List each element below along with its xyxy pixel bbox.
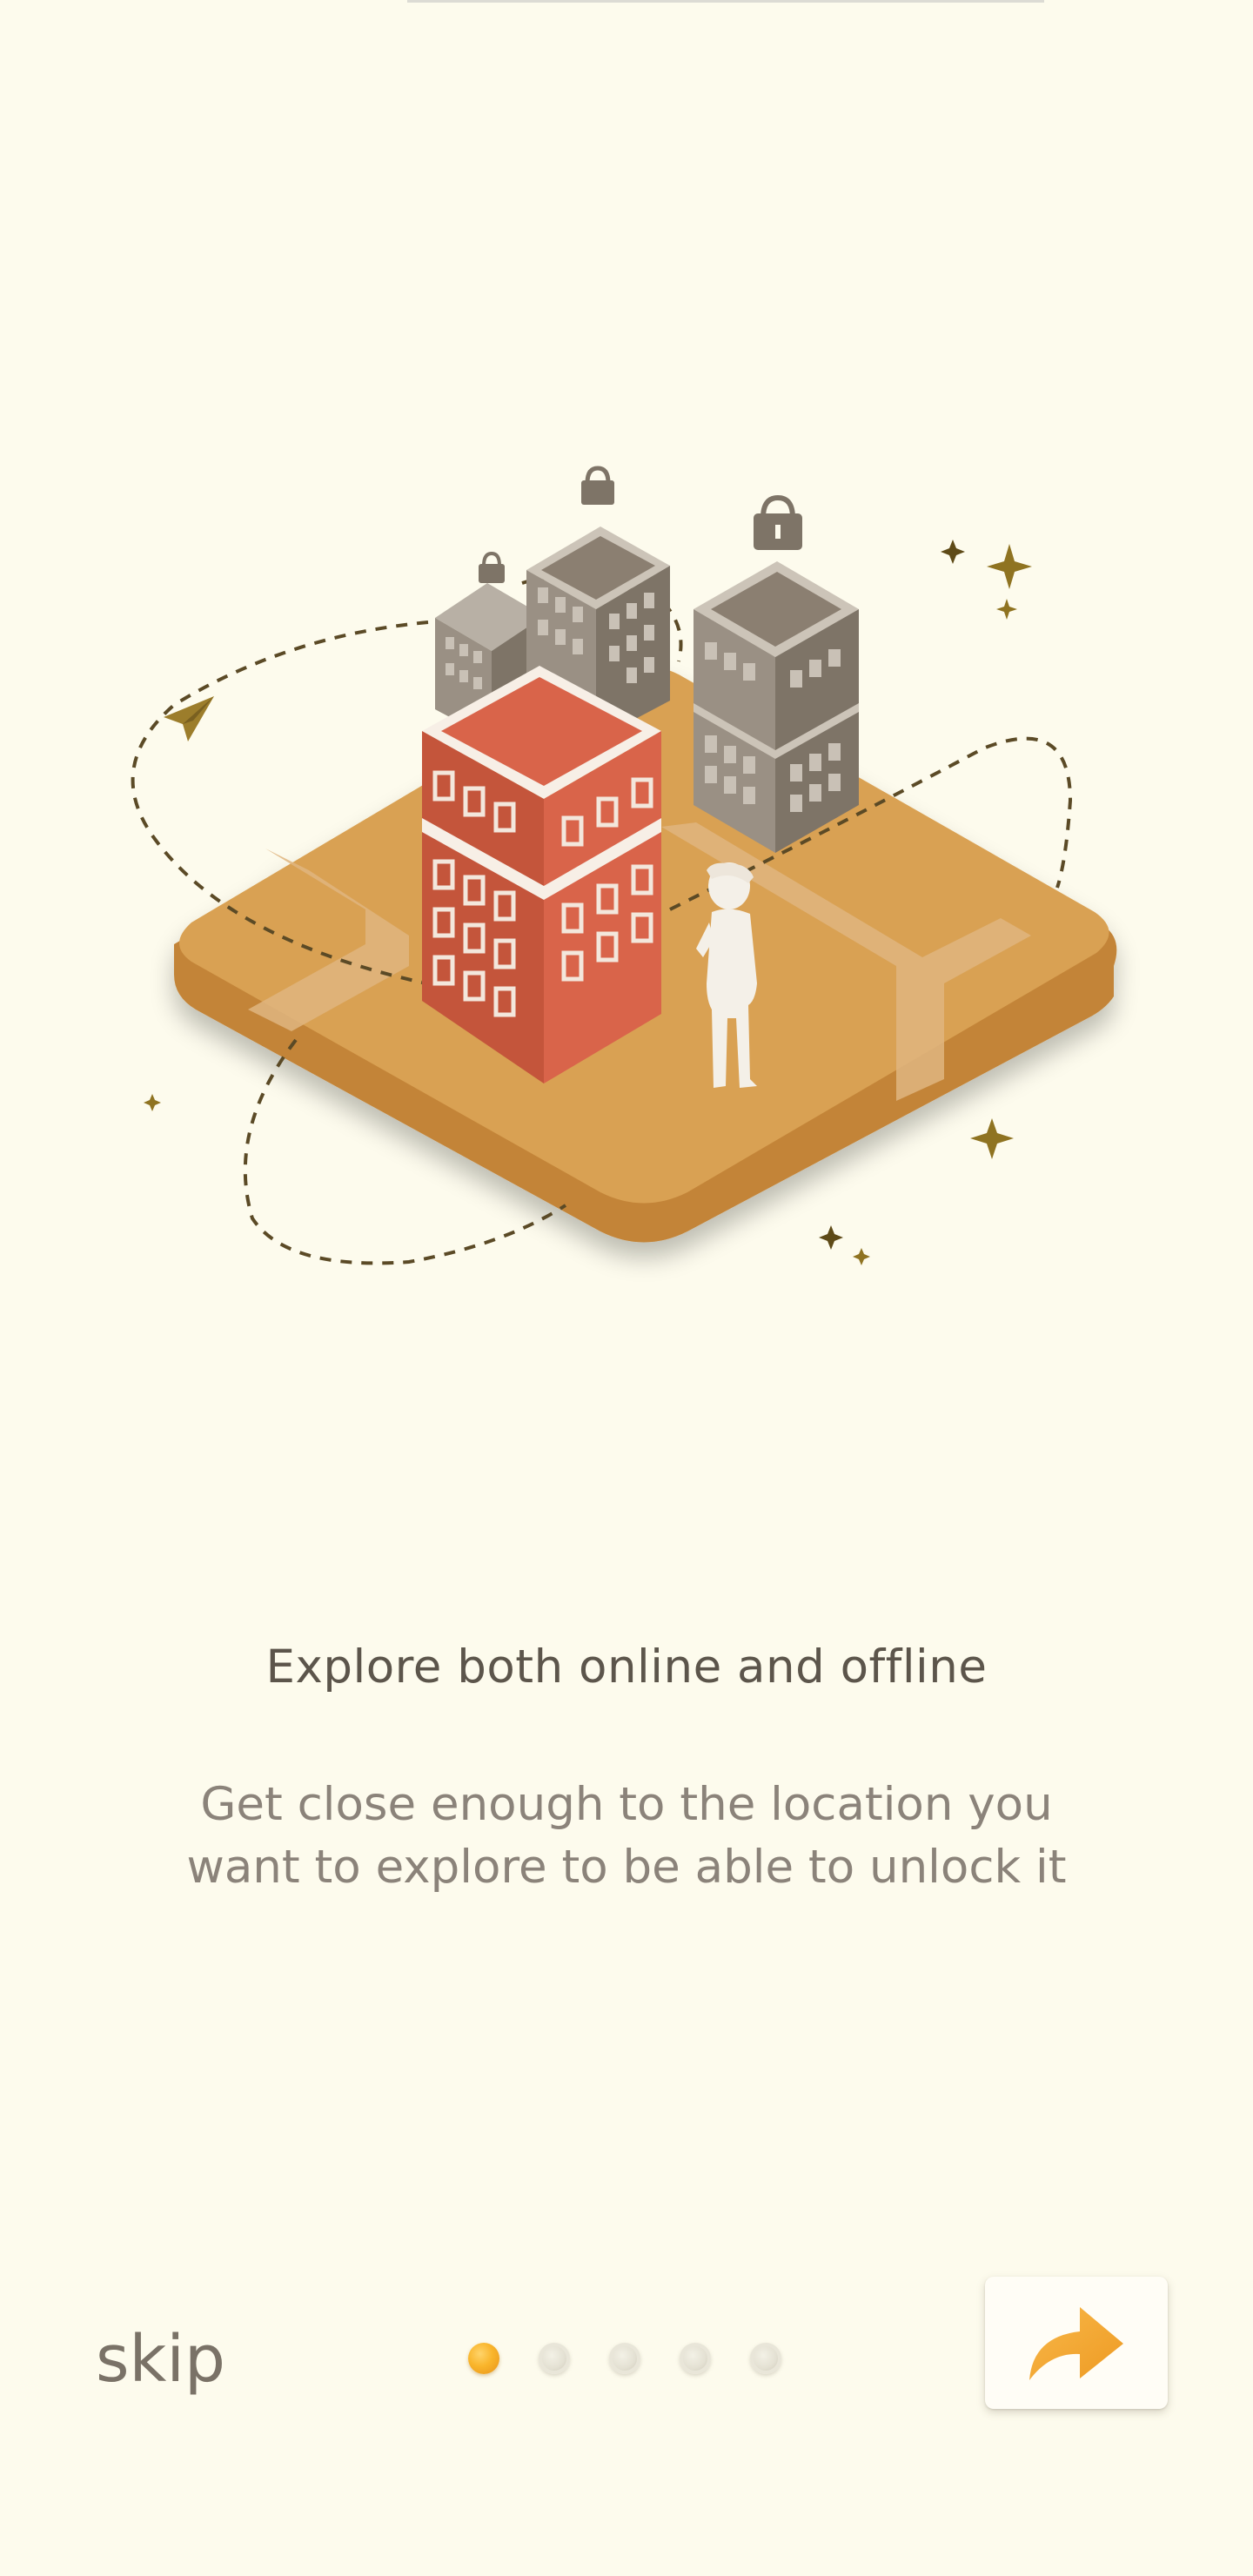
onboarding-description: Get close enough to the location you wan… — [186, 1778, 1067, 1894]
page-dot-4[interactable] — [680, 2343, 711, 2374]
page-dot-5[interactable] — [750, 2343, 781, 2374]
city-illustration — [131, 466, 1117, 1265]
paper-plane-icon — [164, 696, 214, 741]
forward-arrow-icon — [1029, 2307, 1123, 2380]
page-dot-2[interactable] — [539, 2343, 570, 2374]
lock-icon-large — [754, 494, 802, 550]
next-button[interactable] — [985, 2277, 1168, 2409]
page-dot-1[interactable] — [468, 2343, 499, 2374]
skip-button[interactable]: skip — [96, 2322, 225, 2397]
status-bar-divider — [407, 0, 1044, 3]
lock-icon-small — [479, 551, 505, 583]
red-building — [422, 666, 661, 1083]
page-indicator — [468, 2341, 781, 2376]
lock-icon-medium — [581, 466, 614, 505]
onboarding-title: Explore both online and offline — [265, 1640, 988, 1694]
grey-building-right — [694, 561, 859, 853]
page-dot-3[interactable] — [609, 2343, 640, 2374]
